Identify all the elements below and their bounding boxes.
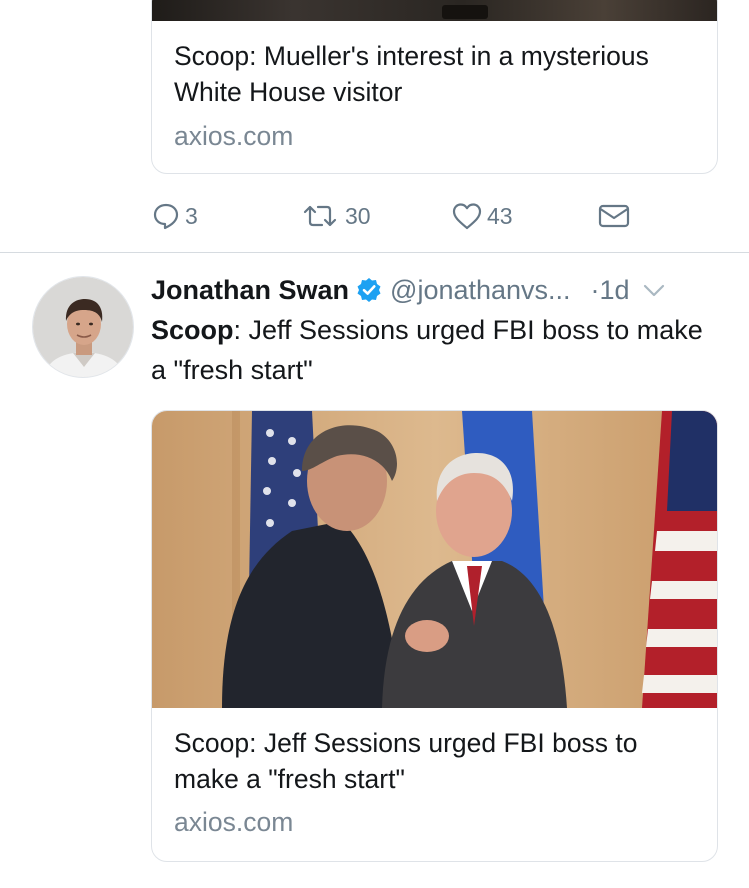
retweet-icon <box>299 201 341 231</box>
author-name[interactable]: Jonathan Swan <box>151 275 349 306</box>
like-count: 43 <box>487 202 513 229</box>
heart-icon <box>451 201 483 231</box>
reply-button[interactable]: 3 <box>151 196 198 236</box>
avatar[interactable] <box>32 276 134 378</box>
tweet-header: Jonathan Swan @jonathanvs... ·1d <box>151 272 731 308</box>
tweet-actions-bar: 3 30 43 <box>151 196 651 236</box>
link-card-domain: axios.com <box>174 121 294 151</box>
link-card-image <box>152 411 717 708</box>
tweet-text: Scoop: Jeff Sessions urged FBI boss to m… <box>151 310 721 390</box>
reply-count: 3 <box>185 202 198 229</box>
verified-badge-icon <box>356 277 382 303</box>
link-card-title: Scoop: Jeff Sessions urged FBI boss to m… <box>174 728 638 794</box>
like-button[interactable]: 43 <box>451 196 513 236</box>
retweet-count: 30 <box>345 202 371 229</box>
retweet-button[interactable]: 30 <box>299 196 371 236</box>
direct-message-button[interactable] <box>597 196 631 236</box>
author-handle[interactable]: @jonathanvs... <box>390 275 571 306</box>
link-card-image <box>152 0 717 21</box>
tweet-text-bold: Scoop <box>151 315 234 345</box>
tweet-timestamp[interactable]: ·1d <box>591 275 630 306</box>
chevron-down-icon[interactable] <box>642 278 666 302</box>
envelope-icon <box>597 201 631 231</box>
tweet-text-rest: : Jeff Sessions urged FBI boss to make a… <box>151 315 703 385</box>
link-card-domain: axios.com <box>174 807 294 837</box>
link-card-sessions[interactable]: Scoop: Jeff Sessions urged FBI boss to m… <box>151 410 718 862</box>
link-card-mueller[interactable]: Scoop: Mueller's interest in a mysteriou… <box>151 0 718 174</box>
link-card-title: Scoop: Mueller's interest in a mysteriou… <box>174 41 649 107</box>
reply-icon <box>151 201 181 231</box>
tweet-divider <box>0 252 749 253</box>
